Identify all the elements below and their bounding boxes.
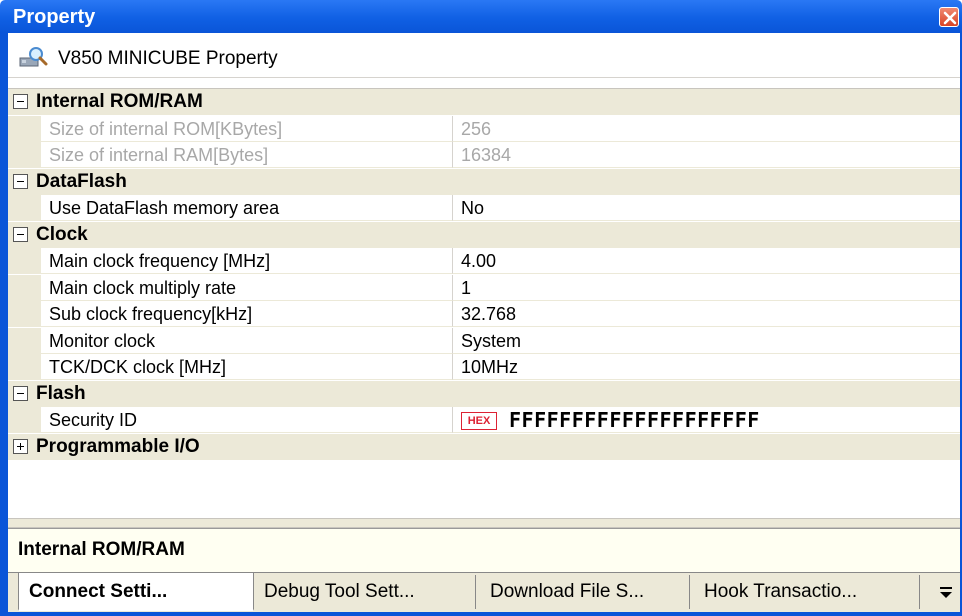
expander-bar-h — [17, 233, 24, 235]
description-text: Internal ROM/RAM — [18, 539, 185, 560]
splitter[interactable] — [8, 518, 960, 528]
collapse-icon[interactable] — [13, 385, 28, 401]
property-value: 256 — [453, 116, 960, 142]
hex-badge-icon: HEX — [461, 411, 497, 430]
property-name: Size of internal ROM[KBytes] — [41, 115, 453, 142]
close-icon — [943, 11, 957, 25]
expander-bar-v — [20, 442, 21, 450]
property-name: Size of internal RAM[Bytes] — [41, 142, 453, 168]
category-row[interactable]: Internal ROM/RAM — [8, 89, 960, 115]
property-row[interactable]: Security ID HEX FFFFFFFFFFFFFFFFFFFF — [8, 407, 960, 433]
category-row[interactable]: DataFlash — [8, 168, 960, 195]
window-frame-bottom — [0, 612, 962, 616]
security-id-value: FFFFFFFFFFFFFFFFFFFF — [509, 408, 760, 432]
property-row[interactable]: Main clock frequency [MHz] 4.00 — [8, 248, 960, 274]
property-row[interactable]: TCK/DCK clock [MHz] 10MHz — [8, 354, 960, 380]
row-gutter — [8, 301, 41, 327]
property-name: Security ID — [41, 407, 453, 433]
row-gutter — [8, 248, 41, 274]
window-frame-left — [0, 33, 8, 616]
property-name: Main clock multiply rate — [41, 274, 453, 301]
property-value[interactable]: 1 — [453, 275, 960, 301]
chevron-down-icon — [940, 587, 952, 598]
row-gutter — [8, 407, 41, 433]
property-row[interactable]: Use DataFlash memory area No — [8, 195, 960, 221]
row-gutter — [8, 327, 41, 354]
property-name: Use DataFlash memory area — [41, 195, 453, 221]
expander-bar-h — [17, 180, 24, 182]
collapse-icon[interactable] — [13, 173, 28, 189]
window-title: Property — [13, 6, 96, 28]
category-row[interactable]: Clock — [8, 221, 960, 248]
property-header: V850 MINICUBE Property — [8, 38, 960, 78]
collapse-icon[interactable] — [13, 94, 28, 109]
row-gutter — [8, 142, 41, 168]
tab-1[interactable]: Connect Setti... — [18, 573, 254, 611]
property-row[interactable]: Size of internal RAM[Bytes] 16384 — [8, 142, 960, 168]
category-label: Internal ROM/RAM — [36, 91, 203, 112]
category-label: Clock — [36, 223, 88, 245]
row-gutter — [8, 115, 41, 142]
category-label: Programmable I/O — [36, 435, 200, 457]
row-gutter — [8, 195, 41, 221]
property-value[interactable]: 4.00 — [453, 248, 960, 274]
description-panel: Internal ROM/RAM — [8, 528, 960, 572]
property-value[interactable]: HEX FFFFFFFFFFFFFFFFFFFF — [453, 407, 960, 433]
tab-overflow-button[interactable] — [936, 581, 956, 603]
property-value[interactable]: 32.768 — [453, 301, 960, 327]
title-bar[interactable]: Property — [0, 0, 962, 33]
row-gutter — [8, 274, 41, 301]
property-name: Monitor clock — [41, 327, 453, 354]
property-icon — [18, 44, 48, 75]
row-gutter — [8, 354, 41, 380]
category-label: Flash — [36, 382, 86, 404]
category-row[interactable]: Flash — [8, 380, 960, 407]
expand-icon[interactable] — [13, 438, 28, 454]
expander-bar-h — [17, 392, 24, 394]
tab-4[interactable]: Hook Transactio... — [694, 575, 920, 609]
collapse-icon[interactable] — [13, 226, 28, 242]
property-row[interactable]: Size of internal ROM[KBytes] 256 — [8, 115, 960, 142]
category-label: DataFlash — [36, 170, 127, 192]
tab-bar: Connect Setti... Debug Tool Sett... Downlo… — [8, 572, 960, 612]
expander-bar-h — [17, 101, 24, 102]
property-name: Main clock frequency [MHz] — [41, 248, 453, 274]
property-row[interactable]: Monitor clock System — [8, 327, 960, 354]
property-name: TCK/DCK clock [MHz] — [41, 354, 453, 380]
property-value[interactable]: No — [453, 195, 960, 221]
property-value: 16384 — [453, 142, 960, 168]
property-grid[interactable]: Internal ROM/RAM Size of internal ROM[KBy… — [8, 88, 960, 518]
property-name: Sub clock frequency[kHz] — [41, 301, 453, 327]
property-row[interactable]: Main clock multiply rate 1 — [8, 274, 960, 301]
property-header-text: V850 MINICUBE Property — [58, 48, 278, 69]
tab-3[interactable]: Download File S... — [480, 575, 690, 609]
close-button[interactable] — [939, 7, 959, 27]
property-row[interactable]: Sub clock frequency[kHz] 32.768 — [8, 301, 960, 327]
property-value[interactable]: System — [453, 328, 960, 354]
property-value[interactable]: 10MHz — [453, 354, 960, 380]
category-row[interactable]: Programmable I/O — [8, 433, 960, 460]
tab-2[interactable]: Debug Tool Sett... — [254, 575, 476, 609]
